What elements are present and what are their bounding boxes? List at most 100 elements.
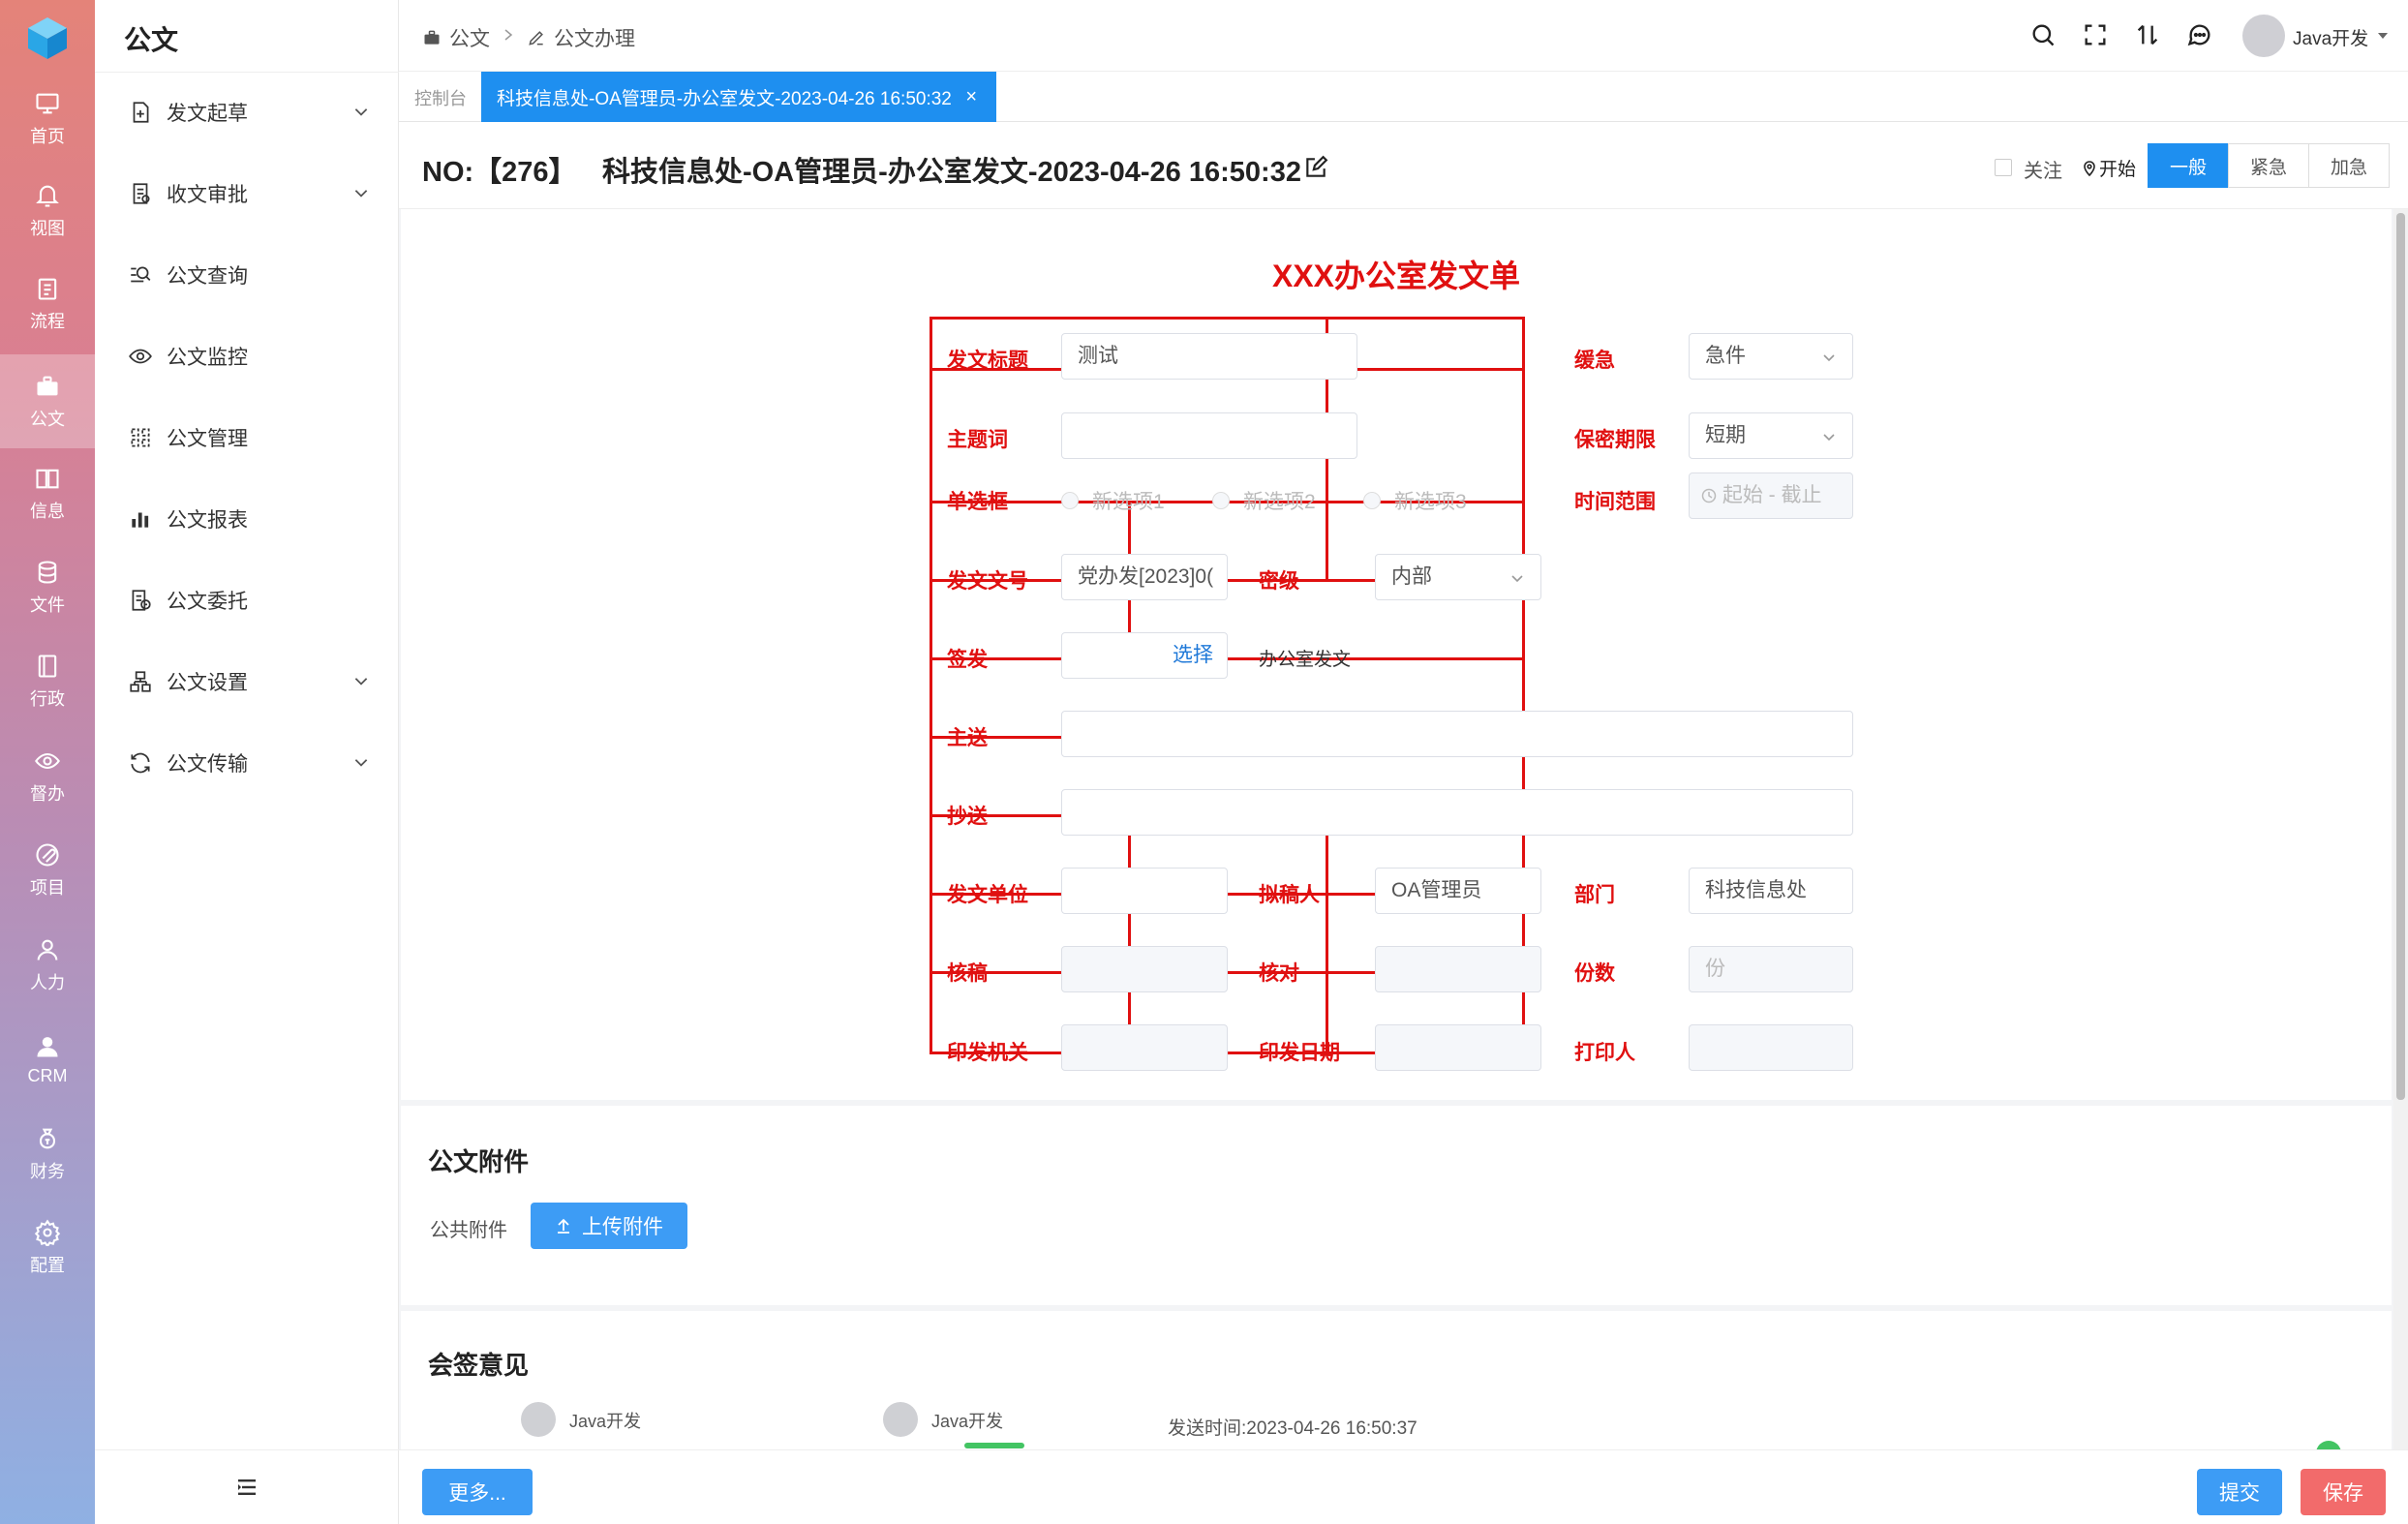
public-attachments-label: 公共附件 (430, 1220, 507, 1241)
rail-label: 视图 (30, 219, 65, 238)
chevron-down-icon (1823, 434, 1835, 442)
radio-option-2[interactable]: 新选项2 (1212, 486, 1316, 515)
rail-item-file[interactable]: 文件 (0, 542, 95, 633)
sidebar-item-monitor[interactable]: 公文监控 (95, 316, 399, 397)
upload-attachment-button[interactable]: 上传附件 (531, 1203, 687, 1249)
rail-item-supervise[interactable]: 督办 (0, 731, 95, 822)
check-input[interactable] (1375, 946, 1541, 992)
save-button[interactable]: 保存 (2301, 1469, 2386, 1515)
rail-item-config[interactable]: 配置 (0, 1203, 95, 1294)
main-send-input[interactable] (1061, 711, 1853, 757)
upload-label: 上传附件 (582, 1216, 663, 1238)
attachments-section: 公文附件 公共附件 上传附件 (401, 1106, 2392, 1305)
rail-item-admin[interactable]: 行政 (0, 636, 95, 727)
radio-circle (1363, 492, 1381, 509)
clipboard-icon (38, 278, 57, 300)
close-icon[interactable]: × (965, 86, 977, 108)
label-secret-period: 保密期限 (1574, 429, 1656, 451)
secret-level-select[interactable]: 内部 (1375, 554, 1541, 600)
label-title: 发文标题 (947, 350, 1028, 372)
avatar[interactable] (2242, 15, 2285, 57)
label-issue: 签发 (947, 649, 988, 671)
menu-collapse-icon[interactable] (236, 1477, 258, 1498)
rail-item-hr[interactable]: 人力 (0, 920, 95, 1011)
radio-option-3[interactable]: 新选项3 (1363, 486, 1467, 515)
briefcase-icon (37, 376, 58, 395)
scrollbar-thumb[interactable] (2396, 213, 2405, 1100)
sidebar-item-label: 公文监控 (167, 347, 248, 369)
sidebar-item-manage[interactable]: 公文管理 (95, 397, 399, 478)
copies-input[interactable]: 份 (1689, 946, 1853, 992)
radio-circle (1061, 492, 1079, 509)
sidebar-item-receive[interactable]: 收文审批 (95, 153, 399, 234)
eye-icon (35, 752, 60, 770)
rail-label: 信息 (30, 502, 65, 521)
sidebar-item-settings[interactable]: 公文设置 (95, 641, 399, 722)
module-sidebar: 公文 发文起草 收文审批 公文查询 公文监控 公文管理 公文报表 公文委托 公文… (95, 0, 399, 1524)
sort-icon[interactable] (2134, 21, 2161, 48)
label-cc: 抄送 (947, 806, 988, 828)
content-scrollbar[interactable] (2393, 209, 2408, 1449)
sidebar-item-transfer[interactable]: 公文传输 (95, 722, 399, 804)
rail-item-finance[interactable]: 财务 (0, 1109, 95, 1200)
print-org-input[interactable] (1061, 1024, 1228, 1071)
cc-input[interactable] (1061, 789, 1853, 836)
rail-item-project[interactable]: 项目 (0, 825, 95, 916)
rail-item-crm[interactable]: CRM (0, 1014, 95, 1105)
sidebar-item-report[interactable]: 公文报表 (95, 478, 399, 560)
printer-input[interactable] (1689, 1024, 1853, 1071)
submit-button[interactable]: 提交 (2197, 1469, 2282, 1515)
rail-item-view[interactable]: 视图 (0, 168, 95, 255)
follow-checkbox[interactable] (1995, 159, 2012, 176)
rail-item-home[interactable]: 首页 (0, 72, 95, 166)
rail-label: 公文 (30, 409, 65, 429)
unit-input[interactable] (1061, 868, 1228, 914)
sidebar-item-query[interactable]: 公文查询 (95, 234, 399, 316)
tab-console[interactable]: 控制台 (414, 85, 467, 110)
print-date-input[interactable] (1375, 1024, 1541, 1071)
edit-icon[interactable] (1303, 155, 1328, 180)
chevron-down-icon (354, 759, 368, 767)
tab-document-active[interactable]: 科技信息处-OA管理员-办公室发文-2023-04-26 16:50:32 × (481, 72, 996, 122)
issue-text: 办公室发文 (1259, 650, 1352, 670)
document-title: 科技信息处-OA管理员-办公室发文-2023-04-26 16:50:32 (602, 157, 1301, 188)
start-link[interactable]: 开始 (2082, 155, 2136, 181)
rail-item-flow[interactable]: 流程 (0, 259, 95, 349)
urgent-select[interactable]: 急件 (1689, 333, 1853, 380)
radio-option-1[interactable]: 新选项1 (1061, 486, 1165, 515)
user-name[interactable]: Java开发 (2293, 24, 2368, 50)
keyword-input[interactable] (1061, 412, 1357, 459)
chevron-down-icon (354, 678, 368, 686)
rail-item-document[interactable]: 公文 (0, 354, 95, 448)
rail-label: 流程 (30, 312, 65, 331)
caret-down-icon[interactable] (2376, 29, 2390, 43)
sidebar-item-label: 收文审批 (167, 184, 248, 206)
chevron-down-icon (1823, 354, 1835, 362)
rail-item-info[interactable]: 信息 (0, 448, 95, 539)
more-button[interactable]: 更多... (422, 1469, 533, 1515)
issue-select-button[interactable]: 选择 (1061, 632, 1228, 679)
sidebar-item-delegate[interactable]: 公文委托 (95, 560, 399, 641)
urgency-urgent-button[interactable]: 紧急 (2228, 143, 2309, 188)
secret-period-select[interactable]: 短期 (1689, 412, 1853, 459)
drafter-input[interactable]: OA管理员 (1375, 868, 1541, 914)
follow-label[interactable]: 关注 (2024, 155, 2062, 183)
message-icon[interactable] (2186, 21, 2213, 48)
bell-icon (36, 185, 59, 207)
sidebar-item-draft[interactable]: 发文起草 (95, 72, 399, 153)
search-icon[interactable] (2029, 21, 2057, 48)
time-range-picker[interactable]: 起始 - 截止 (1689, 472, 1853, 519)
breadcrumb-item[interactable]: 公文 (422, 23, 490, 52)
fullscreen-icon[interactable] (2082, 21, 2109, 48)
dept-input[interactable]: 科技信息处 (1689, 868, 1853, 914)
eye-icon (129, 349, 152, 364)
urgency-normal-button[interactable]: 一般 (2148, 143, 2229, 188)
urgency-expedite-button[interactable]: 加急 (2308, 143, 2390, 188)
title-input[interactable]: 测试 (1061, 333, 1357, 380)
doc-no-input[interactable]: 党办发[2023]0( (1061, 554, 1228, 600)
sidebar-item-label: 公文查询 (167, 265, 248, 288)
folder-icon (38, 655, 57, 678)
breadcrumb-label: 公文 (449, 28, 490, 50)
sidebar-item-label: 发文起草 (167, 103, 248, 125)
review-input[interactable] (1061, 946, 1228, 992)
